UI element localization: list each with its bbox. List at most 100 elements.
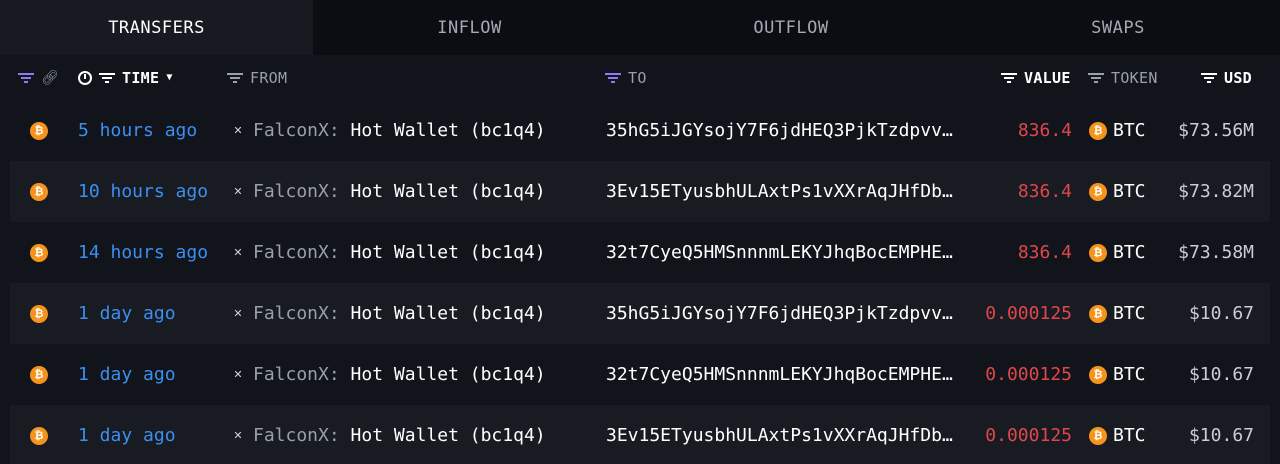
time-link[interactable]: 1 day ago (78, 344, 176, 405)
filter-icon[interactable] (99, 72, 115, 84)
filter-icon[interactable] (1201, 72, 1217, 84)
to-address[interactable]: 35hG5iJGYsojY7F6jdHEQ3PjkTzdpvv… (606, 283, 962, 344)
bitcoin-icon: ₿ (30, 426, 48, 445)
bitcoin-icon: ₿ (30, 243, 48, 262)
from-entity[interactable]: FalconX: (253, 181, 340, 202)
usd-value: $10.67 (1188, 425, 1254, 446)
value: 0.000125 (985, 364, 1072, 385)
time-link[interactable]: 1 day ago (78, 283, 176, 344)
falconx-logo-icon: ✕ (233, 124, 243, 137)
value: 0.000125 (985, 425, 1072, 446)
from-entity[interactable]: FalconX: (253, 303, 340, 324)
from-wallet[interactable]: Hot Wallet (bc1q4) (351, 303, 546, 324)
from-entity[interactable]: FalconX: (253, 120, 340, 141)
link-icon[interactable]: 🔗︎ (41, 70, 59, 86)
time-column-header[interactable]: TIME ▼ (78, 55, 172, 100)
value-header-label: VALUE (1024, 68, 1071, 87)
token-cell[interactable]: ₿ BTC (1089, 405, 1146, 464)
token-cell[interactable]: ₿ BTC (1089, 100, 1146, 161)
falconx-logo-icon: ✕ (233, 429, 243, 442)
bitcoin-icon: ₿ (1089, 243, 1107, 262)
usd-value: $73.56M (1178, 120, 1254, 141)
from-wallet[interactable]: Hot Wallet (bc1q4) (351, 120, 546, 141)
from-wallet[interactable]: Hot Wallet (bc1q4) (351, 242, 546, 263)
entity-filter[interactable]: 🔗︎ (18, 55, 59, 100)
filter-icon[interactable] (18, 72, 34, 84)
filter-icon[interactable] (1088, 72, 1104, 84)
token-symbol: BTC (1113, 425, 1146, 446)
usd-value: $73.82M (1178, 181, 1254, 202)
bitcoin-icon: ₿ (1089, 426, 1107, 445)
bitcoin-icon: ₿ (1089, 121, 1107, 140)
usd-column-header[interactable]: USD (1201, 55, 1252, 100)
tab-transfers[interactable]: TRANSFERS (0, 0, 313, 55)
from-cell[interactable]: ✕ FalconX: Hot Wallet (bc1q4) (231, 222, 546, 283)
token-cell[interactable]: ₿ BTC (1089, 283, 1146, 344)
value: 0.000125 (985, 303, 1072, 324)
from-cell[interactable]: ✕ FalconX: Hot Wallet (bc1q4) (231, 405, 546, 464)
token-cell[interactable]: ₿ BTC (1089, 222, 1146, 283)
bitcoin-icon: ₿ (1089, 182, 1107, 201)
to-address[interactable]: 3Ev15ETyusbhULAxtPs1vXXrAqJHfDb… (606, 161, 962, 222)
tab-swaps[interactable]: SWAPS (956, 0, 1280, 55)
usd-value: $10.67 (1188, 364, 1254, 385)
table-row[interactable]: ₿ 10 hours ago ✕ FalconX: Hot Wallet (bc… (10, 161, 1270, 222)
bitcoin-icon: ₿ (30, 121, 48, 140)
falconx-logo-icon: ✕ (233, 185, 243, 198)
transfers-table: ₿ 5 hours ago ✕ FalconX: Hot Wallet (bc1… (0, 100, 1280, 464)
falconx-logo-icon: ✕ (233, 246, 243, 259)
from-wallet[interactable]: Hot Wallet (bc1q4) (351, 181, 546, 202)
to-address[interactable]: 3Ev15ETyusbhULAxtPs1vXXrAqJHfDb… (606, 405, 962, 464)
time-link[interactable]: 14 hours ago (78, 222, 208, 283)
token-cell[interactable]: ₿ BTC (1089, 161, 1146, 222)
filter-icon[interactable] (605, 72, 621, 84)
from-header-label: FROM (250, 68, 288, 87)
to-address[interactable]: 32t7CyeQ5HMSnnnmLEKYJhqBocEMPHE… (606, 344, 962, 405)
filter-icon[interactable] (1001, 72, 1017, 84)
clock-icon[interactable] (78, 70, 92, 85)
from-cell[interactable]: ✕ FalconX: Hot Wallet (bc1q4) (231, 161, 546, 222)
table-row[interactable]: ₿ 1 day ago ✕ FalconX: Hot Wallet (bc1q4… (10, 344, 1270, 405)
token-symbol: BTC (1113, 120, 1146, 141)
table-row[interactable]: ₿ 1 day ago ✕ FalconX: Hot Wallet (bc1q4… (10, 405, 1270, 464)
to-address[interactable]: 35hG5iJGYsojY7F6jdHEQ3PjkTzdpvv… (606, 100, 962, 161)
tab-outflow[interactable]: OUTFLOW (626, 0, 956, 55)
value: 836.4 (1017, 120, 1072, 141)
usd-value: $10.67 (1188, 303, 1254, 324)
token-symbol: BTC (1113, 303, 1146, 324)
usd-value: $73.58M (1178, 242, 1254, 263)
token-symbol: BTC (1113, 181, 1146, 202)
token-symbol: BTC (1113, 242, 1146, 263)
time-header-label: TIME (122, 68, 160, 87)
time-link[interactable]: 5 hours ago (78, 100, 197, 161)
value-column-header[interactable]: VALUE (1001, 55, 1071, 100)
time-link[interactable]: 1 day ago (78, 405, 176, 464)
from-cell[interactable]: ✕ FalconX: Hot Wallet (bc1q4) (231, 283, 546, 344)
time-link[interactable]: 10 hours ago (78, 161, 208, 222)
table-row[interactable]: ₿ 1 day ago ✕ FalconX: Hot Wallet (bc1q4… (10, 283, 1270, 344)
token-column-header[interactable]: TOKEN (1088, 55, 1158, 100)
from-cell[interactable]: ✕ FalconX: Hot Wallet (bc1q4) (231, 100, 546, 161)
table-row[interactable]: ₿ 14 hours ago ✕ FalconX: Hot Wallet (bc… (10, 222, 1270, 283)
bitcoin-icon: ₿ (1089, 304, 1107, 323)
from-entity[interactable]: FalconX: (253, 242, 340, 263)
tab-bar: TRANSFERS INFLOW OUTFLOW SWAPS (0, 0, 1280, 55)
token-cell[interactable]: ₿ BTC (1089, 344, 1146, 405)
falconx-logo-icon: ✕ (233, 368, 243, 381)
token-symbol: BTC (1113, 364, 1146, 385)
sort-desc-icon[interactable]: ▼ (166, 72, 172, 83)
from-wallet[interactable]: Hot Wallet (bc1q4) (351, 364, 546, 385)
filter-icon[interactable] (227, 72, 243, 84)
tab-inflow[interactable]: INFLOW (313, 0, 626, 55)
falconx-logo-icon: ✕ (233, 307, 243, 320)
from-cell[interactable]: ✕ FalconX: Hot Wallet (bc1q4) (231, 344, 546, 405)
from-column-header[interactable]: FROM (227, 55, 287, 100)
to-address[interactable]: 32t7CyeQ5HMSnnnmLEKYJhqBocEMPHE… (606, 222, 962, 283)
to-column-header[interactable]: TO (605, 55, 647, 100)
from-wallet[interactable]: Hot Wallet (bc1q4) (351, 425, 546, 446)
table-row[interactable]: ₿ 5 hours ago ✕ FalconX: Hot Wallet (bc1… (10, 100, 1270, 161)
bitcoin-icon: ₿ (30, 182, 48, 201)
from-entity[interactable]: FalconX: (253, 425, 340, 446)
usd-header-label: USD (1224, 68, 1252, 87)
from-entity[interactable]: FalconX: (253, 364, 340, 385)
